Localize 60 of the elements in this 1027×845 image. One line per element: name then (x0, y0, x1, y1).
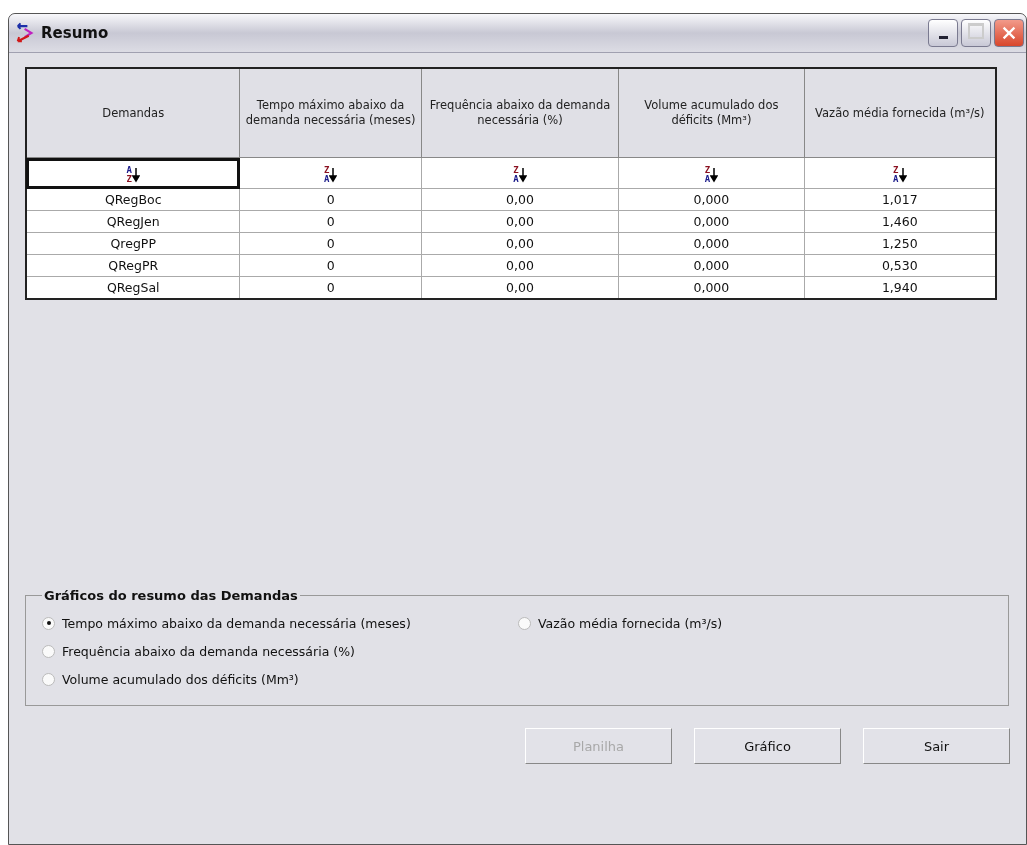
window-title: Resumo (41, 24, 109, 42)
radio-option[interactable]: Frequência abaixo da demanda necessária (%) (42, 637, 518, 665)
sort-letter: A (893, 175, 899, 184)
sort-letter: A (126, 166, 132, 175)
radio-button[interactable] (42, 644, 55, 658)
sort-cell[interactable]: Z A (618, 157, 805, 189)
radio-option[interactable]: Vazão média fornecida (m³/s) (518, 609, 992, 637)
table-cell: 0 (239, 232, 422, 255)
table-cell: 0,00 (421, 232, 619, 255)
down-arrow-icon (518, 167, 527, 183)
column-header: Vazão média fornecida (m³/s) (804, 68, 996, 158)
option-label: Tempo máximo abaixo da demanda necessária (meses) (62, 615, 411, 631)
table-cell: QRegJen (26, 210, 240, 233)
option-label: Volume acumulado dos déficits (Mm³) (62, 671, 299, 687)
table-cell: 0,00 (421, 188, 619, 211)
option-label: Frequência abaixo da demanda necessária (%) (62, 643, 355, 659)
down-arrow-icon (898, 167, 907, 183)
table-cell: QRegPR (26, 254, 240, 277)
sort-letter: A (704, 175, 711, 184)
minimize-button[interactable] (928, 19, 958, 47)
sort-letter: A (323, 175, 330, 184)
group-title: Gráficos do resumo das Demandas (43, 588, 299, 603)
sort-cell[interactable]: Z A (421, 157, 619, 189)
close-icon (1000, 24, 1018, 42)
down-arrow-icon (329, 167, 338, 183)
radio-button[interactable] (518, 616, 531, 630)
table-cell: 0,000 (618, 188, 805, 211)
table-cell: 0 (239, 188, 422, 211)
down-arrow-icon (131, 167, 140, 183)
table-cell: 0,00 (421, 254, 619, 277)
column-header: Volume acumulado dos déficits (Mm³) (618, 68, 805, 158)
sort-letter: Z (513, 166, 519, 175)
table-cell: 0,000 (618, 210, 805, 233)
sort-letter: Z (126, 175, 132, 184)
table-cell: QRegBoc (26, 188, 240, 211)
radio-option[interactable]: Volume acumulado dos déficits (Mm³) (42, 665, 518, 693)
close-button[interactable] (994, 19, 1024, 47)
dialog-button[interactable]: Sair (863, 728, 1010, 764)
focused-sort-cell[interactable]: A Z (26, 157, 240, 189)
sort-letter: Z (323, 166, 330, 175)
table-cell: 0,00 (421, 210, 619, 233)
sort-cell[interactable]: Z A (239, 157, 422, 189)
down-arrow-icon (710, 167, 719, 183)
sort-letter: A (513, 175, 519, 184)
radio-button[interactable] (42, 672, 55, 686)
column-header: Frequência abaixo da demanda necessária (%) (421, 68, 619, 158)
table-cell: 0 (239, 210, 422, 233)
radio-button[interactable] (42, 616, 55, 630)
table-cell: 0,000 (618, 232, 805, 255)
table-cell: 0 (239, 254, 422, 277)
table-cell: QregPP (26, 232, 240, 255)
maximize-button[interactable] (961, 19, 991, 47)
dialog-button[interactable]: Gráfico (694, 728, 841, 764)
sort-letter: Z (704, 166, 711, 175)
column-header: Tempo máximo abaixo da demanda necessária (meses) (239, 68, 422, 158)
sort-letter: Z (893, 166, 899, 175)
radio-option[interactable]: Tempo máximo abaixo da demanda necessária (meses) (42, 609, 518, 637)
column-header: Demandas (26, 68, 240, 158)
option-label: Vazão média fornecida (m³/s) (538, 615, 723, 631)
table-cell: 0,000 (618, 254, 805, 277)
